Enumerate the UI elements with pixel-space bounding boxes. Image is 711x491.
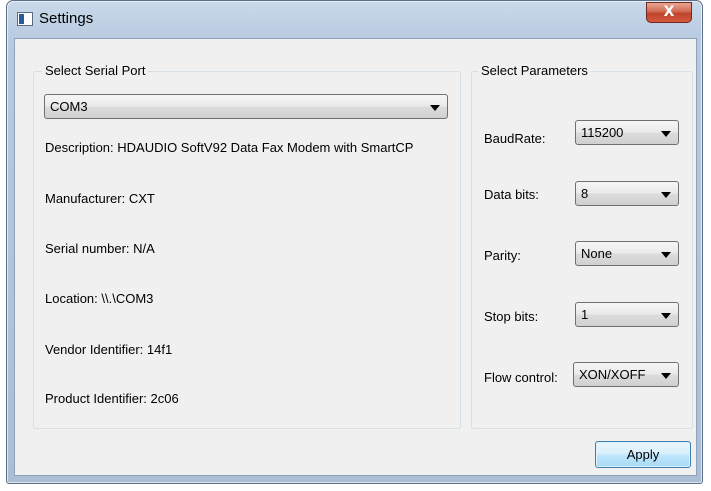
close-button[interactable]: X	[646, 2, 692, 23]
parity-select[interactable]: None	[575, 241, 679, 266]
baud-rate-value: 115200	[581, 125, 624, 140]
data-bits-label: Data bits:	[484, 187, 539, 202]
port-vendor-identifier: Vendor Identifier: 14f1	[45, 342, 173, 357]
chevron-down-icon	[661, 252, 671, 258]
flow-control-value: XON/XOFF	[579, 367, 646, 382]
stop-bits-label: Stop bits:	[484, 309, 539, 324]
port-serial-number: Serial number: N/A	[45, 241, 155, 256]
chevron-down-icon	[430, 105, 440, 111]
chevron-down-icon	[661, 131, 671, 137]
parameters-group-title: Select Parameters	[478, 63, 591, 78]
apply-button[interactable]: Apply	[595, 441, 691, 468]
serial-port-select[interactable]: COM3	[44, 94, 448, 119]
chevron-down-icon	[661, 192, 671, 198]
baud-rate-label: BaudRate:	[484, 131, 546, 146]
title-bar[interactable]: Settings X	[7, 1, 702, 39]
parity-label: Parity:	[484, 248, 521, 263]
chevron-down-icon	[661, 313, 671, 319]
port-product-identifier: Product Identifier: 2c06	[45, 391, 179, 406]
flow-control-select[interactable]: XON/XOFF	[573, 362, 679, 387]
stop-bits-select[interactable]: 1	[575, 302, 679, 327]
serial-port-value: COM3	[50, 99, 88, 114]
chevron-down-icon	[661, 373, 671, 379]
flow-control-label: Flow control:	[484, 370, 558, 385]
serial-port-group-title: Select Serial Port	[42, 63, 149, 78]
stop-bits-value: 1	[581, 307, 589, 322]
port-description: Description: HDAUDIO SoftV92 Data Fax Mo…	[45, 140, 414, 155]
baud-rate-select[interactable]: 115200	[575, 120, 679, 145]
app-icon	[17, 12, 33, 26]
window-title: Settings	[39, 10, 94, 27]
port-location: Location: \\.\COM3	[45, 291, 154, 306]
data-bits-value: 8	[581, 186, 589, 201]
data-bits-select[interactable]: 8	[575, 181, 679, 206]
port-manufacturer: Manufacturer: CXT	[45, 191, 155, 206]
parity-value: None	[581, 246, 613, 261]
